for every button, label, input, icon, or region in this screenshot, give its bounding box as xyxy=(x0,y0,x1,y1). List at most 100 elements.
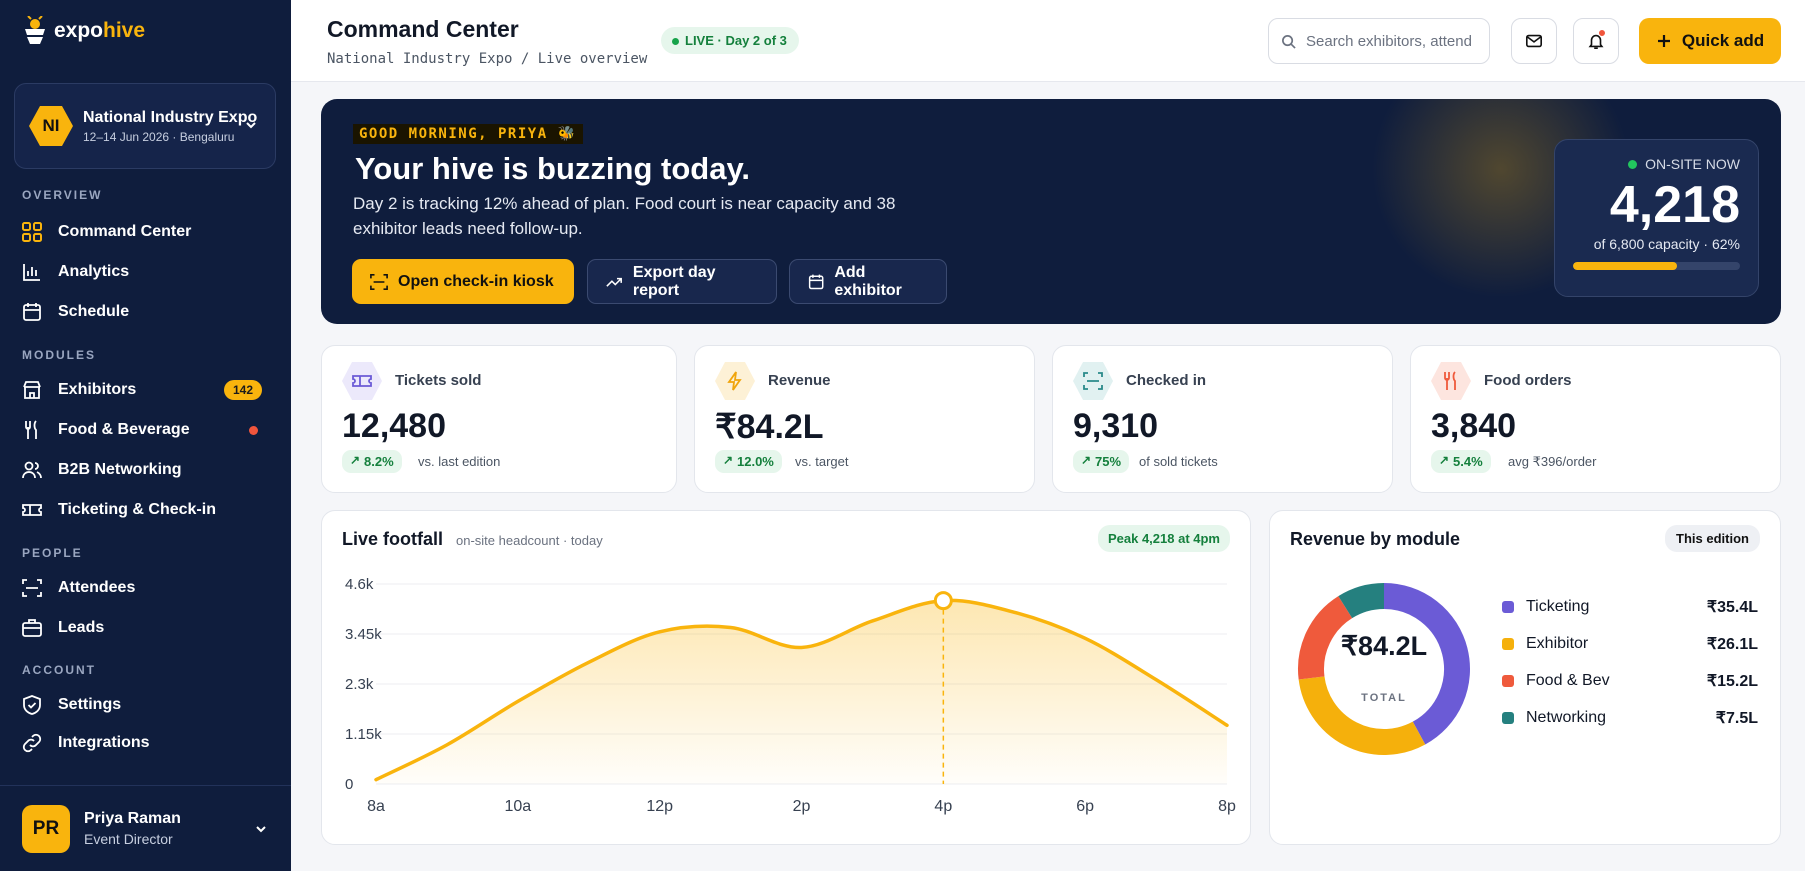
mail-icon xyxy=(1525,34,1543,48)
x-tick-label: 4p xyxy=(934,798,952,815)
y-tick-label: 2.3k xyxy=(345,676,374,693)
stat-label: Food orders xyxy=(1484,372,1572,389)
revenue-by-module-card: Revenue by module This edition ₹84.2L TO… xyxy=(1269,510,1781,845)
stat-value: 9,310 xyxy=(1073,407,1159,445)
area-fill xyxy=(376,600,1227,784)
search-placeholder: Search exhibitors, attend xyxy=(1306,32,1472,50)
stat-card-checked-in[interactable]: Checked in 9,310 75% of sold tickets xyxy=(1052,345,1393,493)
revenue-donut-chart[interactable] xyxy=(1284,569,1484,769)
trend-up-icon xyxy=(606,277,622,287)
sidebar-item-label: Exhibitors xyxy=(58,381,137,398)
user-name: Priya Raman xyxy=(84,810,181,827)
x-tick-label: 2p xyxy=(793,798,811,815)
donut-slice-networking xyxy=(1338,583,1385,619)
legend-label: Networking xyxy=(1526,709,1607,726)
legend-value: ₹26.1L xyxy=(1706,636,1758,653)
sidebar-item-analytics[interactable]: Analytics xyxy=(22,262,262,282)
sidebar-item-schedule[interactable]: Schedule xyxy=(22,302,262,322)
stat-card-tickets[interactable]: Tickets sold 12,480 8.2% vs. last editio… xyxy=(321,345,677,493)
sidebar-item-attendees[interactable]: Attendees xyxy=(22,578,262,598)
notifications-button[interactable] xyxy=(1573,18,1619,64)
sidebar-item-command-center[interactable]: Command Center xyxy=(22,222,262,242)
user-menu[interactable]: PR Priya Raman Event Director xyxy=(0,785,291,871)
legend-item: Ticketing ₹35.4L xyxy=(1502,597,1758,617)
stat-change: 5.4% xyxy=(1431,450,1491,473)
open-kiosk-button[interactable]: Open check-in kiosk xyxy=(352,259,574,304)
brand-name-part2: hive xyxy=(103,19,146,42)
section-modules: MODULES xyxy=(22,348,96,362)
section-account: ACCOUNT xyxy=(22,663,96,677)
store-icon xyxy=(808,274,824,289)
y-tick-label: 1.15k xyxy=(345,726,382,743)
footfall-chart[interactable]: 0 1.15k 2.3k 3.45k 4.6k 8a 10a 12p 2p 4p 6p 8p xyxy=(322,511,1252,846)
y-tick-label: 4.6k xyxy=(345,576,374,593)
sidebar-item-label: Command Center xyxy=(58,223,192,240)
sidebar-item-settings[interactable]: Settings xyxy=(22,695,262,715)
brand-name-part1: expo xyxy=(54,19,104,42)
onsite-value: 4,218 xyxy=(1609,176,1740,234)
breadcrumb: National Industry Expo / Live overview xyxy=(327,51,648,67)
section-people: PEOPLE xyxy=(22,546,83,560)
footfall-chart-card: Live footfall on-site headcount · today … xyxy=(321,510,1251,845)
event-name: National Industry Expo xyxy=(83,109,258,126)
legend-swatch xyxy=(1502,601,1514,613)
stat-value: 3,840 xyxy=(1431,407,1517,445)
edition-filter-pill[interactable]: This edition xyxy=(1665,525,1760,552)
legend-label: Ticketing xyxy=(1526,598,1590,615)
live-status-badge: LIVE · Day 2 of 3 xyxy=(661,27,799,54)
notification-dot xyxy=(1598,29,1606,37)
sidebar-item-ticketing[interactable]: Ticketing & Check-in xyxy=(22,500,262,520)
scan-icon xyxy=(22,579,42,597)
search-input[interactable]: Search exhibitors, attend xyxy=(1268,18,1490,64)
messages-button[interactable] xyxy=(1511,18,1557,64)
legend-swatch xyxy=(1502,675,1514,687)
sidebar-item-label: Attendees xyxy=(58,579,136,596)
onsite-capacity: of 6,800 capacity · 62% xyxy=(1593,236,1740,252)
utensils-icon xyxy=(25,420,37,439)
legend-value: ₹7.5L xyxy=(1715,710,1758,727)
sidebar-item-food-beverage[interactable]: Food & Beverage xyxy=(22,420,262,440)
donut-slice-ticketing xyxy=(1383,583,1470,745)
bolt-icon xyxy=(715,362,755,400)
x-tick-label: 12p xyxy=(646,798,673,815)
plus-icon xyxy=(1657,35,1670,47)
sidebar-item-leads[interactable]: Leads xyxy=(22,618,262,638)
add-exhibitor-button[interactable]: Add exhibitor xyxy=(789,259,947,304)
x-tick-label: 8a xyxy=(367,798,385,815)
section-overview: OVERVIEW xyxy=(22,188,103,202)
onsite-now-card: ON-SITE NOW 4,218 of 6,800 capacity · 62… xyxy=(1554,139,1759,297)
stat-card-food-orders[interactable]: Food orders 3,840 5.4% avg ₹396/order xyxy=(1410,345,1781,493)
export-report-button[interactable]: Export day report xyxy=(587,259,777,304)
onsite-label-row: ON-SITE NOW xyxy=(1573,156,1740,172)
ticket-icon xyxy=(22,504,42,516)
notification-dot xyxy=(249,425,258,435)
legend-label: Exhibitor xyxy=(1526,635,1589,652)
stat-card-revenue[interactable]: Revenue ₹84.2L 12.0% vs. target xyxy=(694,345,1035,493)
event-switcher[interactable]: NI National Industry Expo 12–14 Jun 2026… xyxy=(14,83,276,169)
utensils-icon xyxy=(1431,362,1471,400)
grid-icon xyxy=(22,222,42,242)
stat-change: 12.0% xyxy=(715,450,782,473)
user-role: Event Director xyxy=(84,831,173,847)
calendar-icon xyxy=(23,303,41,321)
donut-slice-exhibitor xyxy=(1298,675,1426,755)
export-report-label: Export day report xyxy=(632,263,716,299)
add-exhibitor-label: Add exhibitor xyxy=(834,263,902,299)
peak-marker xyxy=(933,591,953,611)
chevron-down-icon xyxy=(246,122,256,129)
y-tick-label: 3.45k xyxy=(345,626,382,643)
brand-logo[interactable]: expo hive xyxy=(22,16,145,46)
shield-icon xyxy=(23,695,41,715)
sidebar-item-integrations[interactable]: Integrations xyxy=(22,733,262,753)
search-icon xyxy=(1282,34,1296,49)
sidebar-item-label: Ticketing & Check-in xyxy=(58,501,216,518)
stat-compare: of sold tickets xyxy=(1139,454,1218,469)
quick-add-button[interactable]: Quick add xyxy=(1639,18,1781,64)
banner-headline: Your hive is buzzing today. xyxy=(355,151,750,186)
sidebar-item-b2b-networking[interactable]: B2B Networking xyxy=(22,460,262,480)
sidebar-item-exhibitors[interactable]: Exhibitors 142 xyxy=(22,380,262,400)
page-title: Command Center xyxy=(327,16,519,42)
quick-add-label: Quick add xyxy=(1681,31,1765,50)
sidebar-item-label: Leads xyxy=(58,619,105,636)
legend-label: Food & Bev xyxy=(1526,672,1610,689)
